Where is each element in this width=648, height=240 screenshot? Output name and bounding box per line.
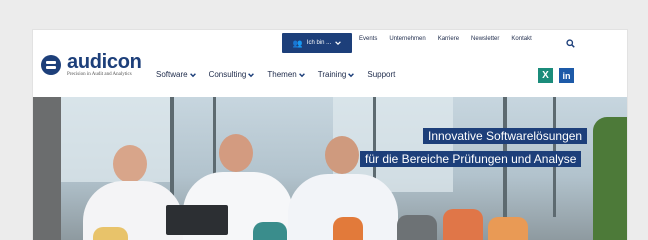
toplink-unternehmen[interactable]: Unternehmen [389, 36, 425, 42]
hero-headline-line2: für die Bereiche Prüfungen und Analyse [360, 151, 582, 167]
search-icon[interactable] [566, 39, 575, 48]
chevron-down-icon [248, 72, 255, 77]
hero-banner: Innovative Softwarelösungen für die Bere… [33, 97, 627, 240]
toplink-events[interactable]: Events [359, 36, 377, 42]
site-header: audicon Precision in Audit and Analytics… [33, 30, 627, 97]
logo-name: audicon [67, 51, 142, 73]
logo-tagline: Precision in Audit and Analytics [67, 72, 132, 77]
website-frame: audicon Precision in Audit and Analytics… [33, 30, 627, 240]
chevron-down-icon [298, 72, 305, 77]
audicon-logo-icon [41, 55, 61, 75]
hero-headline-line1: Innovative Softwarelösungen [423, 128, 588, 144]
nav-support[interactable]: Support [367, 70, 395, 79]
nav-training[interactable]: Training [318, 70, 355, 79]
toplink-karriere[interactable]: Karriere [438, 36, 459, 42]
toplink-newsletter[interactable]: Newsletter [471, 36, 499, 42]
nav-consulting-label: Consulting [208, 70, 247, 79]
laptop [166, 205, 228, 235]
nav-support-label: Support [367, 70, 396, 79]
ich-bin-label: Ich bin ... [306, 40, 332, 46]
nav-software[interactable]: Software [156, 70, 196, 79]
toplink-kontakt[interactable]: Kontakt [511, 36, 531, 42]
nav-themen-label: Themen [267, 70, 297, 79]
main-nav: Software Consulting Themen Training Supp… [156, 70, 408, 79]
logo[interactable]: audicon Precision in Audit and Analytics [41, 51, 142, 77]
nav-consulting[interactable]: Consulting [209, 70, 255, 79]
chevron-down-icon [335, 41, 341, 46]
nav-training-label: Training [317, 70, 347, 79]
chevron-down-icon [189, 72, 196, 77]
ich-bin-button[interactable]: 👥 Ich bin ... [282, 33, 352, 53]
linkedin-icon[interactable]: in [559, 68, 574, 83]
nav-themen[interactable]: Themen [267, 70, 305, 79]
chevron-down-icon [348, 72, 355, 77]
xing-icon[interactable]: X [538, 68, 553, 83]
people-icon: 👥 [292, 38, 303, 48]
top-links: Events Unternehmen Karriere Newsletter K… [359, 36, 544, 42]
nav-software-label: Software [156, 70, 188, 79]
